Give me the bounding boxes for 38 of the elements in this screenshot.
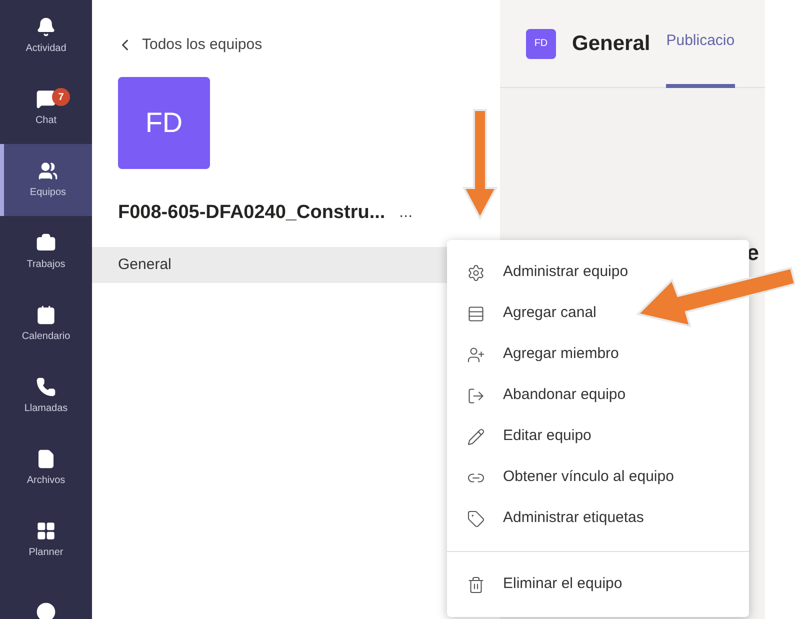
menu-item[interactable]: Eliminar el equipo xyxy=(447,564,626,605)
menu-item[interactable]: Administrar etiquetas xyxy=(447,498,648,539)
exit-icon xyxy=(467,386,485,404)
team-avatar: FD xyxy=(118,76,210,168)
grid-icon xyxy=(36,520,56,540)
add-person-icon xyxy=(467,346,485,364)
chat-icon xyxy=(36,88,56,108)
rail-item[interactable]: Chat 7 xyxy=(0,72,92,144)
menu-item[interactable]: Obtener vínculo al equipo xyxy=(447,457,678,498)
channel-title: General xyxy=(572,30,650,57)
list-icon xyxy=(467,304,485,322)
rail-item[interactable]: Archivos xyxy=(0,432,92,504)
tag-icon xyxy=(467,510,485,528)
rail-item[interactable]: Planner xyxy=(0,504,92,576)
menu-item[interactable]: Agregar miembro xyxy=(447,334,623,375)
trash-icon xyxy=(467,576,485,594)
rail-item[interactable]: Equipos xyxy=(0,144,92,216)
pencil-icon xyxy=(467,428,485,446)
file-icon xyxy=(36,448,56,468)
menu-item[interactable]: Agregar canal xyxy=(447,293,600,334)
menu-item[interactable]: Editar equipo xyxy=(447,416,596,457)
more-options-button[interactable]: ... xyxy=(395,200,417,225)
unread-badge: 7 xyxy=(52,88,70,106)
channel-avatar: FD xyxy=(526,28,556,58)
rail-item[interactable]: Calendario xyxy=(0,288,92,360)
rail-item[interactable]: Trabajos xyxy=(0,216,92,288)
calendar-icon xyxy=(36,304,56,324)
team-name: F008-605-DFA0240_Constru... xyxy=(118,200,386,224)
rail-item[interactable]: Actividad xyxy=(0,0,92,72)
bell-icon xyxy=(36,16,56,36)
menu-item[interactable]: Abandonar equipo xyxy=(447,375,630,416)
phone-icon xyxy=(36,376,56,396)
back-link[interactable]: Todos los equipos xyxy=(116,34,500,56)
channel-tab[interactable]: Publicacio xyxy=(666,0,735,88)
settings-icon xyxy=(467,264,485,282)
rail-item[interactable]: Llamadas xyxy=(0,360,92,432)
briefcase-icon xyxy=(36,232,56,252)
people-icon xyxy=(38,160,58,180)
